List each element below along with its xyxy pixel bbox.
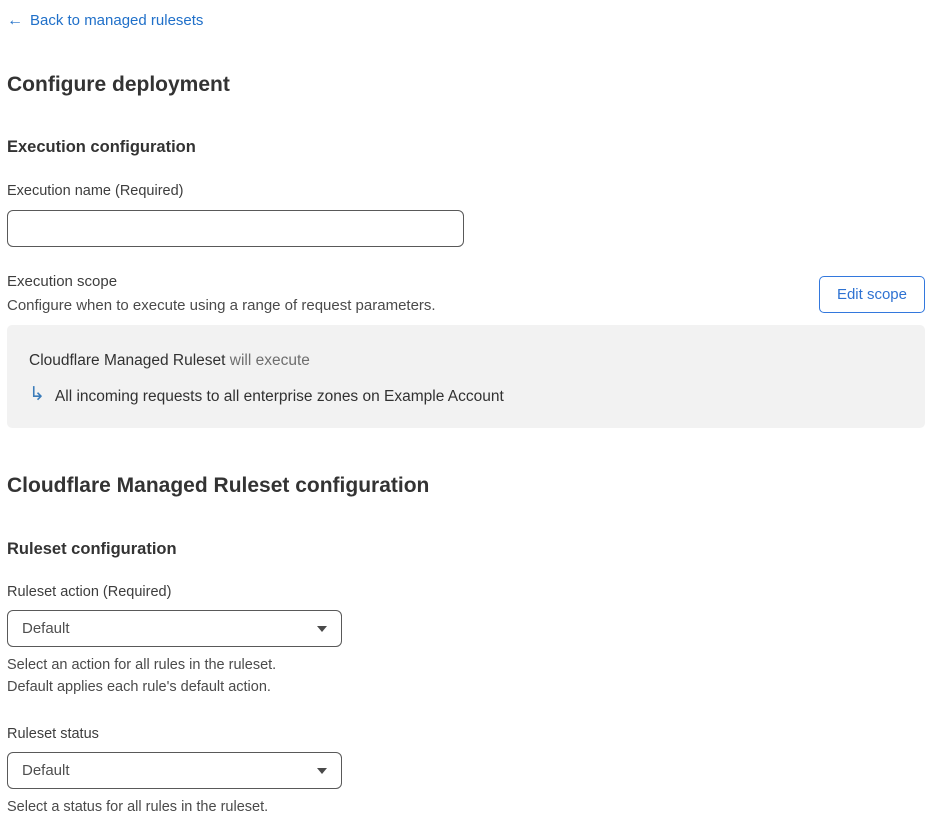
ruleset-action-help-line2: Default applies each rule's default acti… [7, 679, 271, 695]
page-title: Configure deployment [7, 73, 230, 96]
ruleset-action-select[interactable]: Default [7, 610, 342, 647]
ruleset-action-help-line1: Select an action for all rules in the ru… [7, 657, 277, 673]
back-link-label: Back to managed rulesets [30, 12, 204, 29]
chevron-down-icon [317, 625, 327, 632]
will-execute-text: will execute [225, 352, 310, 369]
edit-scope-button[interactable]: Edit scope [818, 275, 925, 313]
ruleset-status-select[interactable]: Default [7, 752, 342, 789]
execution-name-label: Execution name (Required) [7, 183, 184, 199]
ruleset-action-label: Ruleset action (Required) [7, 584, 172, 600]
ruleset-status-help: Select a status for all rules in the rul… [7, 799, 269, 815]
execution-scope-label: Execution scope [7, 273, 118, 290]
ruleset-status-selected-value: Default [22, 762, 70, 779]
branch-arrow-icon: ↳ [29, 384, 45, 405]
chevron-down-icon [317, 767, 327, 774]
execution-name-input[interactable] [7, 210, 464, 247]
execution-scope-description: Configure when to execute using a range … [7, 297, 436, 314]
scope-summary-headline: Cloudflare Managed Ruleset will execute [29, 351, 905, 371]
execution-configuration-heading: Execution configuration [7, 138, 196, 156]
back-to-managed-rulesets-link[interactable]: ← Back to managed rulesets [7, 11, 203, 31]
ruleset-name-text: Cloudflare Managed Ruleset [29, 352, 226, 369]
back-arrow-icon: ← [7, 12, 23, 29]
ruleset-configuration-title: Cloudflare Managed Ruleset configuration [7, 474, 430, 497]
ruleset-configuration-heading: Ruleset configuration [7, 540, 177, 558]
configure-deployment-page: ← Back to managed rulesets Configure dep… [0, 0, 931, 815]
ruleset-action-selected-value: Default [22, 620, 70, 637]
execution-scope-text-group: Execution scope Configure when to execut… [7, 272, 436, 316]
scope-summary-detail: ↳ All incoming requests to all enterpris… [29, 384, 905, 407]
scope-detail-text: All incoming requests to all enterprise … [54, 388, 504, 405]
execution-scope-row: Execution scope Configure when to execut… [7, 272, 925, 316]
ruleset-status-label: Ruleset status [7, 726, 99, 742]
scope-summary-box: Cloudflare Managed Ruleset will execute … [7, 325, 925, 428]
